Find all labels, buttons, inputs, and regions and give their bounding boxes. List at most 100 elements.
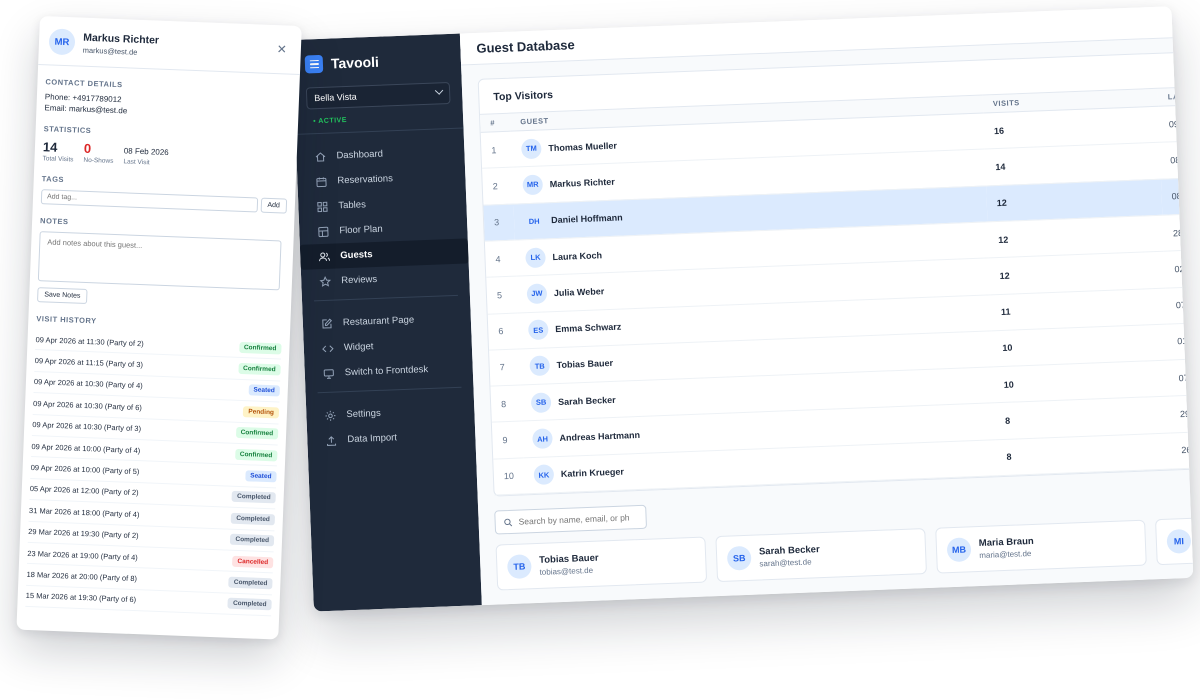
guest-card[interactable]: MI xyxy=(1155,511,1194,566)
layout-icon xyxy=(318,226,329,237)
guest-name: Markus Richter xyxy=(549,176,615,190)
sidebar-item-label: Tables xyxy=(338,199,367,212)
guest-card[interactable]: MB Maria Braun maria@test.de xyxy=(935,519,1147,574)
sidebar-item-switch-to-frontdesk[interactable]: Switch to Frontdesk xyxy=(316,356,461,387)
guest-name: Andreas Hartmann xyxy=(559,429,641,444)
calendar-icon xyxy=(316,176,327,187)
app-window: Tavooli Bella Vista • ACTIVE Dashboard R… xyxy=(292,6,1194,612)
star-icon xyxy=(319,275,332,287)
guest-name: Tobias Bauer xyxy=(556,358,614,371)
sidebar-item-label: Restaurant Page xyxy=(342,314,415,329)
avatar: MI xyxy=(1166,528,1192,554)
visit-text: 29 Mar 2026 at 19:30 (Party of 2) xyxy=(28,527,139,541)
avatar: DH xyxy=(523,210,545,232)
avatar: MR xyxy=(522,174,544,196)
rank-cell: 2 xyxy=(482,167,514,205)
avatar: LK xyxy=(525,246,546,268)
top-visitors-card: Top Visitors # GUEST VISITS LA 1 TM Thom… xyxy=(477,51,1194,497)
guest-card-email: tobias@test.de xyxy=(539,565,594,577)
last-visit-cell: 07 xyxy=(1167,358,1194,397)
guest-card-name: Sarah Becker xyxy=(758,544,820,558)
last-visit-cell: 02 xyxy=(1163,249,1194,288)
brand[interactable]: Tavooli xyxy=(304,50,450,74)
close-icon[interactable]: ✕ xyxy=(277,42,288,56)
guest-name: Julia Weber xyxy=(553,286,605,298)
guest-name: Markus Richter xyxy=(82,31,160,47)
avatar: SB xyxy=(726,545,752,571)
guest-card-name: Tobias Bauer xyxy=(538,552,599,566)
search-icon xyxy=(504,518,513,526)
divider xyxy=(314,294,458,302)
guest-detail-panel: MR Markus Richter markus@test.de ✕ CONTA… xyxy=(16,16,302,640)
guest-name: Daniel Hoffmann xyxy=(550,212,623,226)
users-icon xyxy=(318,251,330,261)
rank-cell: 1 xyxy=(480,131,513,169)
sidebar-item-reviews[interactable]: Reviews xyxy=(313,264,458,295)
last-visit-cell: 08 xyxy=(1160,177,1194,216)
avatar: ES xyxy=(527,319,549,341)
guest-name: Thomas Mueller xyxy=(548,140,618,153)
guest-card[interactable]: SB Sarah Becker sarah@test.de xyxy=(715,528,927,583)
status-badge: Confirmed xyxy=(238,341,282,355)
stat-value: 14 xyxy=(42,139,58,155)
rank-cell: 9 xyxy=(491,421,524,459)
sidebar-item-label: Dashboard xyxy=(336,148,384,162)
guest-card[interactable]: TB Tobias Bauer tobias@test.de xyxy=(495,536,708,591)
guest-card-email: maria@test.de xyxy=(979,548,1032,560)
avatar: MB xyxy=(946,537,972,563)
visit-text: 09 Apr 2026 at 10:30 (Party of 6) xyxy=(32,398,143,413)
sidebar-item-label: Guests xyxy=(340,249,373,262)
app-name: Tavooli xyxy=(330,53,380,72)
rank-cell: 8 xyxy=(490,385,522,423)
avatar: TB xyxy=(529,355,551,377)
divider xyxy=(295,127,464,135)
status-badge: • ACTIVE xyxy=(313,116,348,126)
sidebar-item-label: Reviews xyxy=(341,273,378,287)
search-input[interactable] xyxy=(518,512,638,527)
notes-textarea[interactable] xyxy=(37,231,282,291)
status-badge: Seated xyxy=(248,384,280,397)
status-badge: Completed xyxy=(231,512,276,526)
sidebar-item-label: Widget xyxy=(343,341,374,354)
visit-history-list: 09 Apr 2026 at 11:30 (Party of 2) Confirm… xyxy=(17,329,289,617)
sidebar-item-label: Floor Plan xyxy=(339,223,383,237)
visit-text: 31 Mar 2026 at 18:00 (Party of 4) xyxy=(28,505,140,519)
home-icon xyxy=(315,151,326,162)
save-notes-button[interactable]: Save Notes xyxy=(37,287,88,305)
top-visitors-table: # GUEST VISITS LA 1 TM Thomas Mueller 16 … xyxy=(479,86,1194,496)
restaurant-select-value: Bella Vista xyxy=(314,91,357,104)
avatar: JW xyxy=(526,283,548,305)
stat-value: 08 Feb 2026 xyxy=(123,146,169,158)
tag-input-row: Add xyxy=(40,189,288,214)
restaurant-select[interactable]: Bella Vista xyxy=(305,81,451,110)
rank-cell: 6 xyxy=(487,312,520,350)
column-header-last[interactable]: LA xyxy=(1157,86,1194,107)
last-visit-cell: 28 xyxy=(1162,213,1194,252)
content-area: Top Visitors # GUEST VISITS LA 1 TM Thom… xyxy=(461,31,1194,605)
status-badge: Confirmed xyxy=(235,427,279,440)
sidebar-item-data-import[interactable]: Data Import xyxy=(319,423,464,454)
gear-icon xyxy=(325,410,336,421)
visit-text: 15 Mar 2026 at 19:30 (Party of 6) xyxy=(25,591,137,605)
visit-text: 09 Apr 2026 at 10:00 (Party of 5) xyxy=(30,463,140,477)
statistics-row: 14 Total Visits 0 No-Shows 08 Feb 2026 L… xyxy=(42,139,289,171)
tag-input[interactable] xyxy=(40,189,258,213)
panel-header: MR Markus Richter markus@test.de ✕ xyxy=(38,16,302,76)
status-badge: Completed xyxy=(228,576,273,590)
page-title: Guest Database xyxy=(476,37,575,56)
add-tag-button[interactable]: Add xyxy=(260,197,288,214)
avatar: KK xyxy=(533,464,555,486)
rank-cell: 7 xyxy=(489,348,521,387)
rank-cell: 3 xyxy=(483,203,515,242)
rank-cell: 5 xyxy=(486,276,518,314)
avatar: TM xyxy=(520,138,542,159)
visit-text: 09 Apr 2026 at 10:30 (Party of 4) xyxy=(33,377,143,391)
code-icon xyxy=(322,344,334,352)
guest-search[interactable] xyxy=(494,504,648,535)
guest-name: Katrin Krueger xyxy=(560,466,625,480)
stat-last-visit: 08 Feb 2026 Last Visit xyxy=(123,146,169,167)
menu-logo-icon xyxy=(304,54,324,74)
last-visit-cell: 09 xyxy=(1158,104,1194,143)
status-badge: Seated xyxy=(244,470,277,483)
stat-total-visits: 14 Total Visits xyxy=(42,139,74,163)
